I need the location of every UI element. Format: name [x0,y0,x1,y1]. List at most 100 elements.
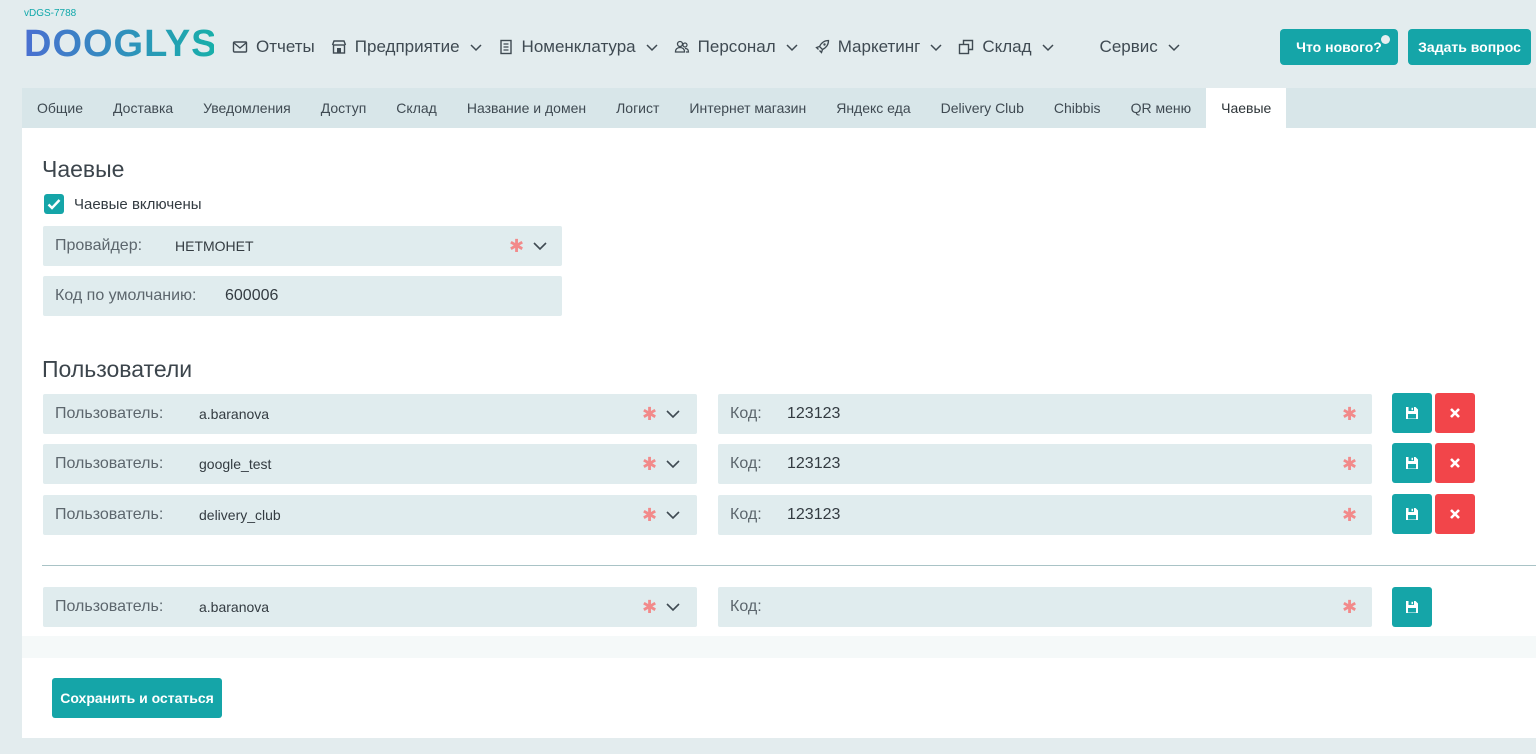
tab-delivery-club[interactable]: Delivery Club [926,88,1039,128]
floppy-disk-icon [1406,407,1418,419]
provider-select[interactable]: Провайдер: НЕТМОНЕТ ✱ [43,226,562,266]
user-label: Пользователь: [55,598,164,615]
required-asterisk-icon: ✱ [642,597,658,617]
panel-gap [22,636,1536,658]
code-label: Код: [730,506,762,523]
form-footer: Сохранить и остаться [22,658,1536,738]
chevron-down-icon [666,410,680,419]
close-icon [1450,458,1460,468]
tab-delivery[interactable]: Доставка [98,88,188,128]
nav-warehouse[interactable]: Склад [958,37,1054,57]
user-select[interactable]: Пользователь: delivery_club ✱ [43,495,697,535]
nav-reports[interactable]: Отчеты [232,37,315,57]
required-asterisk-icon: ✱ [642,454,658,474]
tab-chibbis[interactable]: Chibbis [1039,88,1116,128]
code-value[interactable]: 123123 [787,455,840,473]
required-asterisk-icon: ✱ [1342,404,1358,424]
delete-row-button[interactable] [1435,494,1475,534]
code-value[interactable]: 123123 [787,405,840,423]
code-value[interactable]: 123123 [787,506,840,524]
user-label: Пользователь: [55,455,164,472]
user-select[interactable]: Пользователь: a.baranova ✱ [43,394,697,434]
tab-qr-menu[interactable]: QR меню [1116,88,1207,128]
chevron-down-icon [786,41,798,53]
user-value: a.baranova [199,599,270,615]
whats-new-label: Что нового? [1296,39,1382,55]
tab-online-store[interactable]: Интернет магазин [674,88,821,128]
nav-service[interactable]: Сервис [1100,37,1180,57]
user-value: delivery_club [199,507,281,523]
user-label: Пользователь: [55,506,164,523]
new-user-select[interactable]: Пользователь: a.baranova ✱ [43,587,697,627]
default-code-value[interactable]: 600006 [225,287,278,305]
floppy-disk-icon [1406,601,1418,613]
save-row-button[interactable] [1392,393,1432,433]
document-icon [498,39,514,55]
chevron-down-icon [1042,41,1054,53]
delete-row-button[interactable] [1435,393,1475,433]
nav-label: Предприятие [354,37,460,56]
tab-access[interactable]: Доступ [306,88,382,128]
nav-enterprise[interactable]: Предприятие [331,37,482,57]
nav-label: Отчеты [256,37,315,56]
tab-logist[interactable]: Логист [601,88,674,128]
tips-enabled-checkbox[interactable] [44,194,64,214]
code-label: Код: [730,598,762,615]
close-icon [1450,408,1460,418]
user-label: Пользователь: [55,405,164,422]
app-version: vDGS-7788 [24,8,77,19]
chevron-down-icon [930,41,942,53]
provider-label: Провайдер: [55,237,143,254]
code-label: Код: [730,405,762,422]
mail-icon [232,39,248,55]
nav-label: Сервис [1099,37,1158,56]
code-label: Код: [730,455,762,472]
chevron-down-icon [666,603,680,612]
ask-question-button[interactable]: Задать вопрос [1408,29,1531,65]
dooglys-logo[interactable]: DOOGLYS [24,24,214,62]
new-code-field[interactable]: Код: ✱ [718,587,1372,627]
user-value: google_test [199,456,272,472]
copy-icon [958,39,974,55]
provider-value: НЕТМОНЕТ [175,238,254,254]
code-field[interactable]: Код: 123123 ✱ [718,444,1372,484]
tab-yandex-eda[interactable]: Яндекс еда [821,88,925,128]
nav-nomenclature[interactable]: Номенклатура [498,37,658,57]
check-icon [47,199,61,210]
whats-new-button[interactable]: Что нового? [1280,29,1398,65]
tab-notifications[interactable]: Уведомления [188,88,306,128]
rocket-icon [814,39,830,55]
tab-tips[interactable]: Чаевые [1206,88,1287,128]
tab-general[interactable]: Общие [22,88,98,128]
user-select[interactable]: Пользователь: google_test ✱ [43,444,697,484]
user-value: a.baranova [199,406,270,422]
default-code-field[interactable]: Код по умолчанию: 600006 [43,276,562,316]
logo-text: DOOGLYS [24,24,214,62]
save-and-stay-button[interactable]: Сохранить и остаться [52,678,222,718]
main-nav: Отчеты Предприятие Номенклатура Персонал… [232,36,1196,58]
tab-name-domain[interactable]: Название и домен [452,88,601,128]
nav-marketing[interactable]: Маркетинг [814,37,943,57]
tips-enabled-row: Чаевые включены [44,194,202,214]
code-field[interactable]: Код: 123123 ✱ [718,394,1372,434]
divider [42,565,1536,566]
nav-label: Номенклатура [521,37,636,56]
tips-enabled-label: Чаевые включены [74,195,202,213]
nav-personnel[interactable]: Персонал [674,37,798,57]
chevron-down-icon [533,242,547,251]
add-row-button[interactable] [1392,587,1432,627]
chevron-down-icon [666,460,680,469]
save-row-button[interactable] [1392,443,1432,483]
store-icon [331,39,347,55]
tab-warehouse[interactable]: Склад [381,88,452,128]
users-title: Пользователи [42,356,193,382]
chevron-down-icon [1168,41,1180,53]
ask-question-label: Задать вопрос [1418,39,1521,55]
required-asterisk-icon: ✱ [509,236,525,256]
required-asterisk-icon: ✱ [642,505,658,525]
delete-row-button[interactable] [1435,443,1475,483]
code-field[interactable]: Код: 123123 ✱ [718,495,1372,535]
save-row-button[interactable] [1392,494,1432,534]
people-icon [674,39,690,55]
tips-panel: Чаевые Чаевые включены Провайдер: НЕТМОН… [22,128,1536,658]
